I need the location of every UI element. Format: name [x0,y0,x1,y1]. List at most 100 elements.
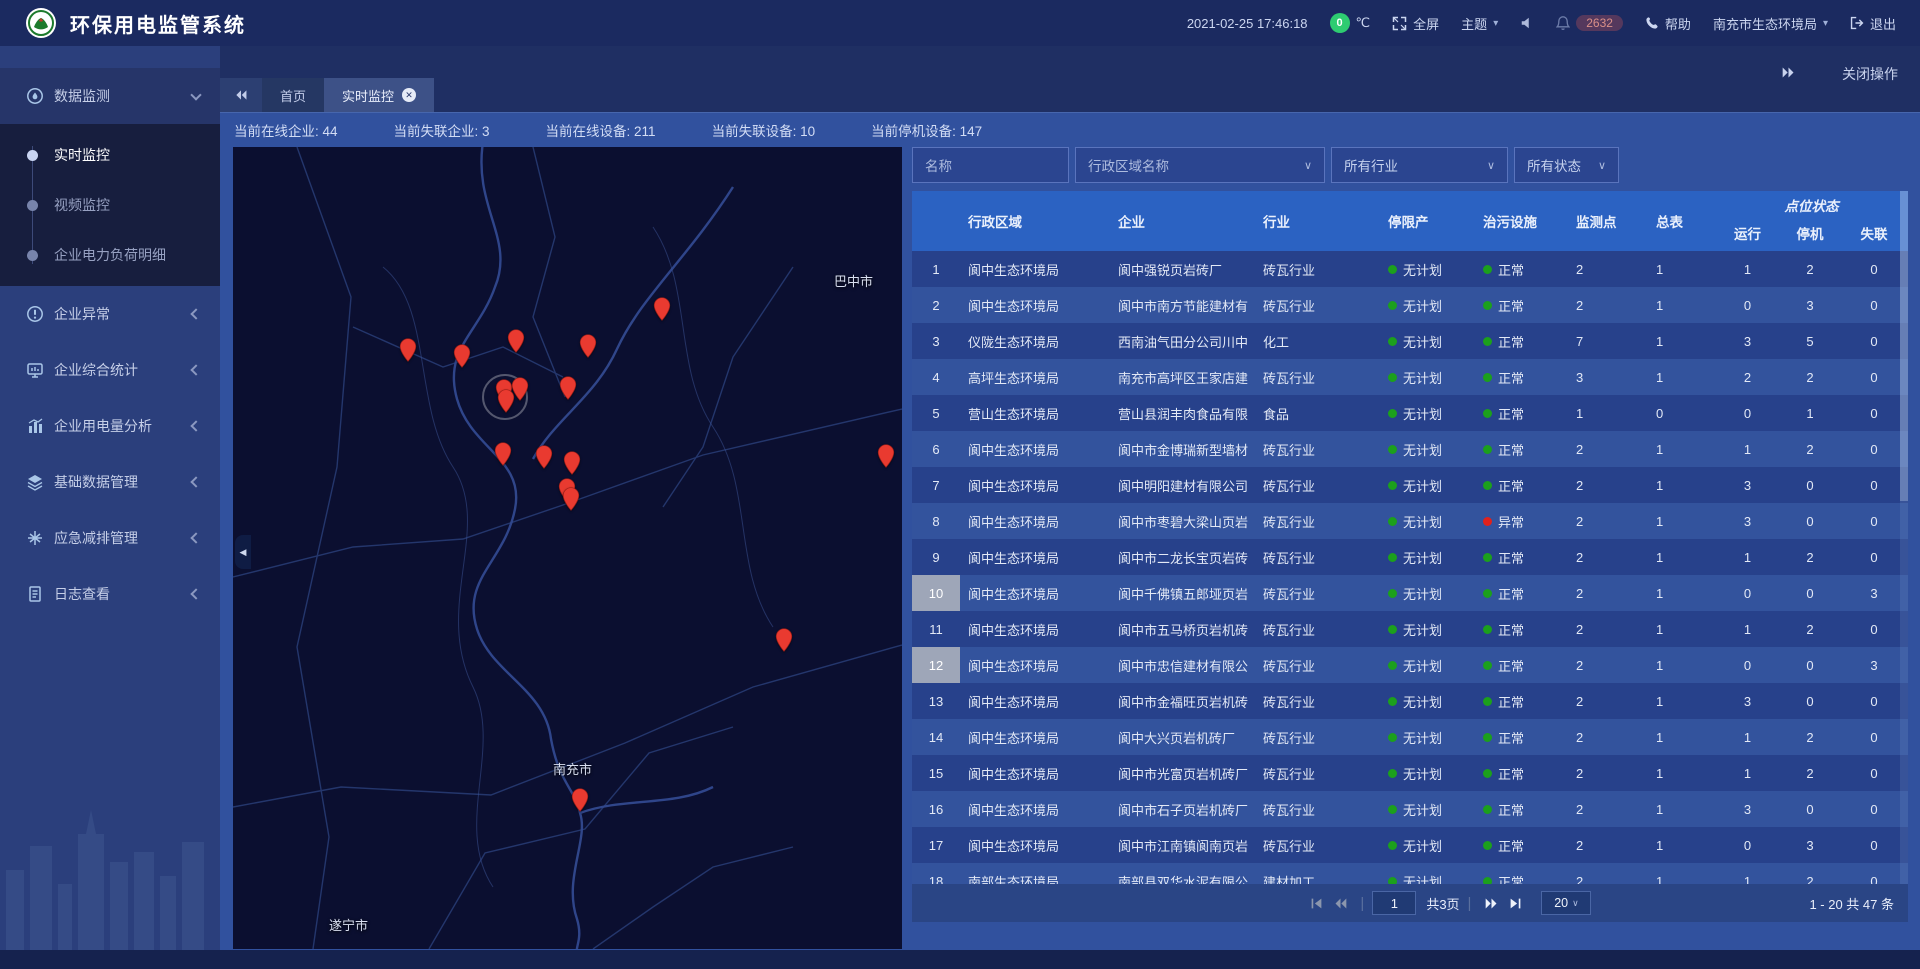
map-marker-icon[interactable] [454,344,471,368]
sidebar-group-5[interactable]: 基础数据管理 [0,454,220,510]
table-row[interactable]: 8阆中生态环境局阆中市枣碧大梁山页岩砖瓦行业无计划异常21300 [912,503,1908,539]
cell-total-meters: 1 [1640,611,1715,647]
map-marker-icon[interactable] [776,628,793,652]
table-row[interactable]: 7阆中生态环境局阆中明阳建材有限公司砖瓦行业无计划正常21300 [912,467,1908,503]
cell-total-meters: 1 [1640,647,1715,683]
table-row[interactable]: 9阆中生态环境局阆中市二龙长宝页岩砖砖瓦行业无计划正常21120 [912,539,1908,575]
table-body: 1阆中生态环境局阆中强锐页岩砖厂砖瓦行业无计划正常211202阆中生态环境局阆中… [912,251,1908,884]
first-page-button[interactable] [1304,897,1328,910]
cell-production-limit: 无计划 [1380,647,1475,683]
column-header-行政区域[interactable]: 行政区域 [960,191,1110,251]
map-collapse-button[interactable]: ◀ [235,535,251,569]
sidebar-item-企业电力负荷明细[interactable]: 企业电力负荷明细 [0,230,220,280]
map-marker-icon[interactable] [564,451,581,475]
column-header-企业[interactable]: 企业 [1110,191,1255,251]
column-header-治污设施[interactable]: 治污设施 [1475,191,1560,251]
map-marker-icon[interactable] [572,788,589,812]
table-row[interactable]: 16阆中生态环境局阆中市石子页岩机砖厂砖瓦行业无计划正常21300 [912,791,1908,827]
last-page-button[interactable] [1503,897,1527,910]
sidebar-item-实时监控[interactable]: 实时监控 [0,130,220,180]
column-header-失联[interactable]: 失联 [1840,215,1908,251]
cell-running: 1 [1715,431,1780,467]
sidebar-group-7[interactable]: 日志查看 [0,566,220,622]
status-dot-green-icon [1483,481,1492,490]
map-marker-icon[interactable] [560,376,577,400]
map-marker-icon[interactable] [580,334,597,358]
table-row[interactable]: 5营山生态环境局营山县润丰肉食品有限食品无计划正常10010 [912,395,1908,431]
status-select[interactable]: 所有状态 ∨ [1514,147,1619,183]
name-search-input[interactable]: 名称 [912,147,1069,183]
next-page-button[interactable] [1479,897,1503,910]
double-chevron-right-icon [1484,897,1499,910]
column-header-停机[interactable]: 停机 [1780,215,1840,251]
table-row[interactable]: 11阆中生态环境局阆中市五马桥页岩机砖砖瓦行业无计划正常21120 [912,611,1908,647]
cell-offline: 0 [1840,719,1908,755]
map-marker-icon[interactable] [878,444,895,468]
sidebar-group-6[interactable]: 应急减排管理 [0,510,220,566]
cell-facility-status: 正常 [1475,791,1560,827]
cell-stopped: 0 [1780,647,1840,683]
chevron-down-icon: ∨ [1598,159,1606,172]
table-row[interactable]: 2阆中生态环境局阆中市南方节能建材有砖瓦行业无计划正常21030 [912,287,1908,323]
tab-首页[interactable]: 首页 [262,78,324,112]
cell-company: 阆中市金福旺页岩机砖 [1110,683,1255,719]
close-operations-button[interactable]: 关闭操作 [1842,64,1898,84]
sidebar-group-4[interactable]: 企业用电量分析 [0,398,220,454]
industry-select[interactable]: 所有行业 ∨ [1331,147,1508,183]
notifications-button[interactable]: 2632 [1556,15,1623,31]
table-row[interactable]: 12阆中生态环境局阆中市忠信建材有限公砖瓦行业无计划正常21003 [912,647,1908,683]
column-header-行业[interactable]: 行业 [1255,191,1380,251]
table-row[interactable]: 13阆中生态环境局阆中市金福旺页岩机砖砖瓦行业无计划正常21300 [912,683,1908,719]
user-dropdown[interactable]: 南充市生态环境局 ▾ [1713,14,1828,33]
stat-当前失联设备: 当前失联设备: 10 [712,120,816,140]
map-marker-icon[interactable] [563,487,580,511]
tabs-scroll-right-button[interactable] [1781,65,1796,83]
page-size-select[interactable]: 20 ∨ [1541,891,1591,915]
tab-实时监控[interactable]: 实时监控✕ [324,78,434,112]
map-marker-icon[interactable] [654,297,671,321]
table-row[interactable]: 15阆中生态环境局阆中市光富页岩机砖厂砖瓦行业无计划正常21120 [912,755,1908,791]
sidebar-group-1[interactable]: 数据监测 [0,68,220,124]
map-marker-icon[interactable] [400,338,417,362]
tabs-scroll-left-button[interactable] [220,78,262,112]
table-scrollbar[interactable] [1900,191,1908,884]
fullscreen-button[interactable]: 全屏 [1392,14,1439,33]
table-row[interactable]: 14阆中生态环境局阆中大兴页岩机砖厂砖瓦行业无计划正常21120 [912,719,1908,755]
cell-offline: 0 [1840,359,1908,395]
region-select[interactable]: 行政区域名称 ∨ [1075,147,1325,183]
bar-chart-icon [26,417,44,435]
cell-facility-status: 正常 [1475,647,1560,683]
status-dot-green-icon [1483,409,1492,418]
table-row[interactable]: 3仪陇生态环境局西南油气田分公司川中化工无计划正常71350 [912,323,1908,359]
map-marker-icon[interactable] [536,445,553,469]
monitoring-panel: 名称 行政区域名称 ∨ 所有行业 ∨ 所有状态 ∨ 行政区域企业行业停限产治污设… [912,147,1908,922]
help-button[interactable]: 帮助 [1645,14,1691,33]
column-header-停限产[interactable]: 停限产 [1380,191,1475,251]
table-row[interactable]: 17阆中生态环境局阆中市江南镇阆南页岩砖瓦行业无计划正常21030 [912,827,1908,863]
map-marker-icon[interactable] [495,442,512,466]
sidebar-item-视频监控[interactable]: 视频监控 [0,180,220,230]
sidebar-group-3[interactable]: 企业综合统计 [0,342,220,398]
column-header-监测点[interactable]: 监测点 [1560,191,1640,251]
sidebar-item-label: 视频监控 [54,195,110,215]
column-header-总表[interactable]: 总表 [1640,191,1715,251]
logout-button[interactable]: 退出 [1850,14,1896,33]
table-row[interactable]: 10阆中生态环境局阆中千佛镇五郎垭页岩砖瓦行业无计划正常21003 [912,575,1908,611]
row-number: 1 [912,251,960,287]
tab-close-icon[interactable]: ✕ [402,88,416,102]
cell-company: 阆中市忠信建材有限公 [1110,647,1255,683]
map-marker-icon[interactable] [498,389,515,413]
map-panel[interactable]: ◀ 巴中市南充市遂宁市 [233,147,902,949]
map-marker-icon[interactable] [508,329,525,353]
column-header-运行[interactable]: 运行 [1715,215,1780,251]
previous-page-button[interactable] [1328,897,1352,910]
table-row[interactable]: 6阆中生态环境局阆中市金博瑞新型墙材砖瓦行业无计划正常21120 [912,431,1908,467]
page-number-input[interactable] [1372,891,1416,915]
table-row[interactable]: 1阆中生态环境局阆中强锐页岩砖厂砖瓦行业无计划正常21120 [912,251,1908,287]
volume-button[interactable] [1520,16,1534,30]
table-row[interactable]: 4高坪生态环境局南充市高坪区王家店建砖瓦行业无计划正常31220 [912,359,1908,395]
table-row[interactable]: 18南部生态环境局南部县双华水泥有限公建材加工无计划正常21120 [912,863,1908,884]
fullscreen-icon [1392,16,1407,31]
sidebar-group-2[interactable]: 企业异常 [0,286,220,342]
theme-dropdown[interactable]: 主题 ▾ [1461,14,1498,33]
